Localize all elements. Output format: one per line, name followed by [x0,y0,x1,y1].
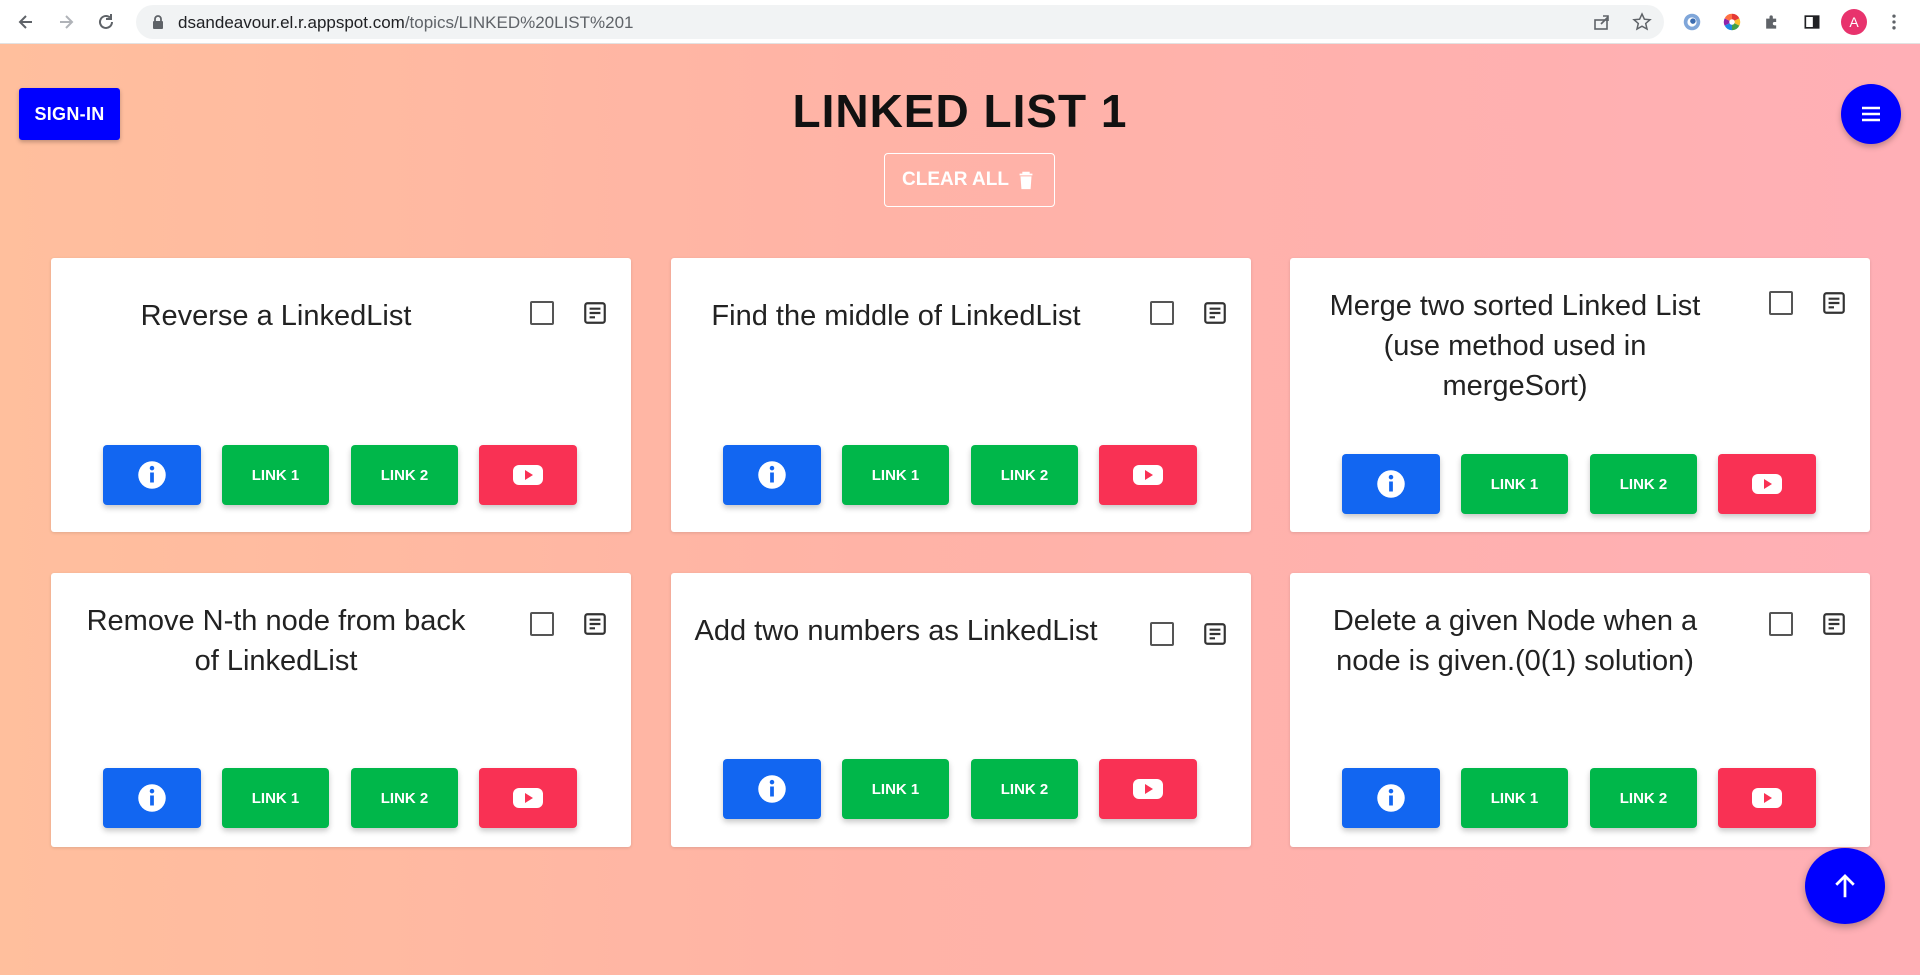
info-button[interactable] [1342,454,1440,514]
youtube-button[interactable] [1718,768,1816,828]
back-icon[interactable] [12,8,40,36]
note-icon[interactable] [1821,290,1847,316]
youtube-button[interactable] [479,768,577,828]
info-button[interactable] [103,445,201,505]
link2-button[interactable]: LINK 2 [1590,454,1697,514]
note-icon[interactable] [582,611,608,637]
checkbox-icon[interactable] [1150,301,1174,325]
link1-button[interactable]: LINK 1 [1461,768,1568,828]
link1-button[interactable]: LINK 1 [1461,454,1568,514]
address-bar[interactable]: dsandeavour.el.r.appspot.com/topics/LINK… [136,5,1664,39]
scroll-to-top-button[interactable] [1805,848,1885,924]
link2-button[interactable]: LINK 2 [971,445,1078,505]
checkbox-icon[interactable] [1769,291,1793,315]
checkbox-icon[interactable] [530,612,554,636]
youtube-icon [513,465,543,485]
star-icon[interactable] [1632,12,1652,32]
youtube-icon [1752,474,1782,494]
link2-button[interactable]: LINK 2 [1590,768,1697,828]
kebab-icon[interactable] [1882,10,1906,34]
note-icon[interactable] [1202,621,1228,647]
link2-button[interactable]: LINK 2 [971,759,1078,819]
info-icon [758,775,786,803]
problem-card: Reverse a LinkedList LINK 1 LINK 2 [51,258,631,532]
youtube-button[interactable] [1099,445,1197,505]
note-icon[interactable] [582,300,608,326]
menu-button[interactable] [1841,84,1901,144]
info-icon [758,461,786,489]
color-wheel-icon[interactable] [1720,10,1744,34]
profile-avatar[interactable]: A [1841,9,1867,35]
youtube-button[interactable] [479,445,577,505]
info-icon [138,784,166,812]
problem-card: Delete a given Node when a node is given… [1290,573,1870,847]
checkbox-icon[interactable] [1150,622,1174,646]
youtube-button[interactable] [1099,759,1197,819]
extension-icon[interactable] [1680,10,1704,34]
link1-button[interactable]: LINK 1 [842,445,949,505]
reload-icon[interactable] [92,8,120,36]
arrow-up-icon [1835,874,1855,898]
info-button[interactable] [723,759,821,819]
forward-icon[interactable] [52,8,80,36]
problem-card: Find the middle of LinkedList LINK 1 LIN… [671,258,1251,532]
youtube-icon [1752,788,1782,808]
clear-all-label: CLEAR ALL [902,169,1009,190]
youtube-button[interactable] [1718,454,1816,514]
youtube-icon [1133,779,1163,799]
url-path: /topics/LINKED%20LIST%201 [404,13,634,32]
info-icon [138,461,166,489]
youtube-icon [513,788,543,808]
share-icon[interactable] [1592,12,1612,32]
page-background: SIGN-IN LINKED LIST 1 CLEAR ALL Reverse … [0,44,1920,975]
lock-icon[interactable] [150,14,166,30]
info-icon [1377,470,1405,498]
link1-button[interactable]: LINK 1 [842,759,949,819]
page-title: LINKED LIST 1 [792,85,1128,137]
checkbox-icon[interactable] [1769,612,1793,636]
problem-card: Add two numbers as LinkedList LINK 1 LIN… [671,573,1251,847]
info-icon [1377,784,1405,812]
note-icon[interactable] [1821,611,1847,637]
info-button[interactable] [1342,768,1440,828]
url-text[interactable]: dsandeavour.el.r.appspot.com/topics/LINK… [178,13,634,33]
info-button[interactable] [723,445,821,505]
link2-button[interactable]: LINK 2 [351,445,458,505]
link1-button[interactable]: LINK 1 [222,768,329,828]
checkbox-icon[interactable] [530,301,554,325]
hamburger-icon [1862,106,1880,122]
sidepanel-icon[interactable] [1800,10,1824,34]
url-host: dsandeavour.el.r.appspot.com [178,13,405,32]
link1-button[interactable]: LINK 1 [222,445,329,505]
link2-button[interactable]: LINK 2 [351,768,458,828]
puzzle-icon[interactable] [1760,10,1784,34]
browser-toolbar: dsandeavour.el.r.appspot.com/topics/LINK… [0,0,1920,44]
trash-icon [1019,171,1033,190]
youtube-icon [1133,465,1163,485]
problem-card: Merge two sorted Linked List (use method… [1290,258,1870,532]
problem-card: Remove N-th node from back of LinkedList… [51,573,631,847]
info-button[interactable] [103,768,201,828]
note-icon[interactable] [1202,300,1228,326]
clear-all-button[interactable]: CLEAR ALL [884,153,1055,207]
